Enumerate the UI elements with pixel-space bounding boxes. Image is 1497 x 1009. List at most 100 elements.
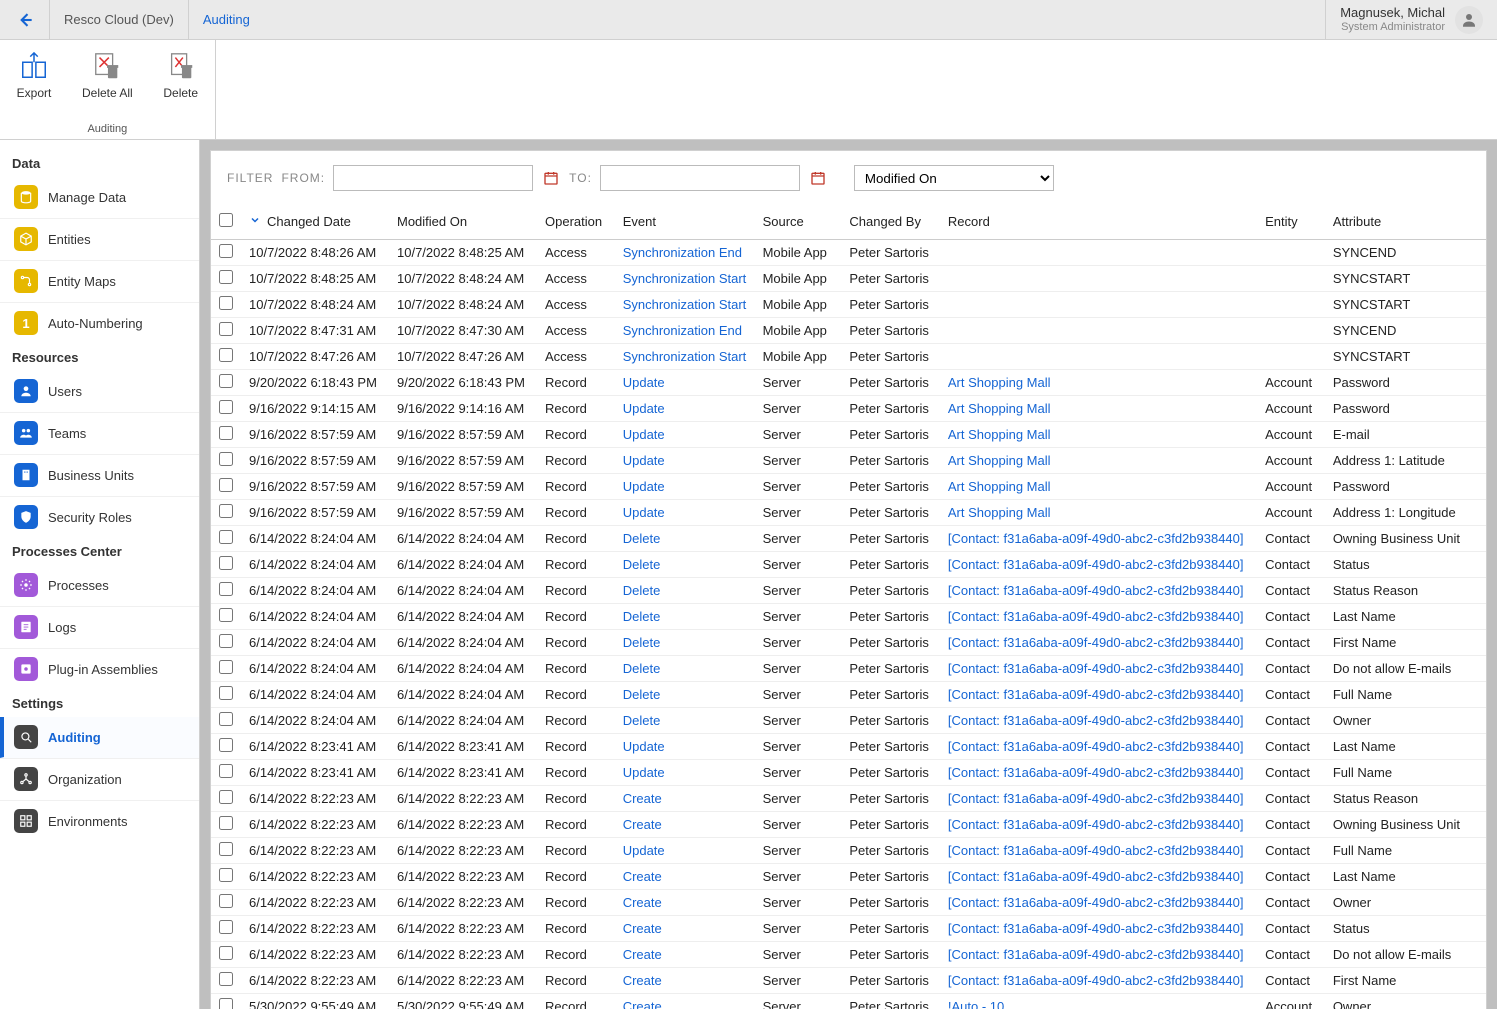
cell-event[interactable]: Create <box>615 915 755 941</box>
sidebar-item-teams[interactable]: Teams <box>0 412 199 454</box>
table-row[interactable]: 6/14/2022 8:24:04 AM6/14/2022 8:24:04 AM… <box>211 577 1486 603</box>
cell-record[interactable]: Art Shopping Mall <box>940 447 1257 473</box>
audit-table-container[interactable]: Changed Date Modified On Operation Event… <box>211 205 1486 1009</box>
select-all-checkbox[interactable] <box>219 213 233 227</box>
cell-event[interactable]: Update <box>615 759 755 785</box>
cell-event[interactable]: Create <box>615 967 755 993</box>
table-row[interactable]: 10/7/2022 8:48:24 AM10/7/2022 8:48:24 AM… <box>211 291 1486 317</box>
sidebar-item-security-roles[interactable]: Security Roles <box>0 496 199 538</box>
row-checkbox[interactable] <box>219 790 233 804</box>
cell-event[interactable]: Synchronization Start <box>615 265 755 291</box>
row-checkbox[interactable] <box>219 582 233 596</box>
row-checkbox[interactable] <box>219 348 233 362</box>
table-row[interactable]: 6/14/2022 8:24:04 AM6/14/2022 8:24:04 AM… <box>211 551 1486 577</box>
calendar-from-button[interactable] <box>541 168 561 188</box>
row-checkbox[interactable] <box>219 608 233 622</box>
cell-event[interactable]: Create <box>615 941 755 967</box>
row-checkbox[interactable] <box>219 244 233 258</box>
row-checkbox[interactable] <box>219 634 233 648</box>
delete-all-button[interactable]: Delete All <box>76 46 139 104</box>
table-row[interactable]: 10/7/2022 8:47:31 AM10/7/2022 8:47:30 AM… <box>211 317 1486 343</box>
row-checkbox[interactable] <box>219 920 233 934</box>
col-operation[interactable]: Operation <box>537 205 615 239</box>
cell-record[interactable]: [Contact: f31a6aba-a09f-49d0-abc2-c3fd2b… <box>940 681 1257 707</box>
cell-record[interactable]: [Contact: f31a6aba-a09f-49d0-abc2-c3fd2b… <box>940 837 1257 863</box>
cell-record[interactable]: Art Shopping Mall <box>940 499 1257 525</box>
cell-event[interactable]: Delete <box>615 603 755 629</box>
row-checkbox[interactable] <box>219 764 233 778</box>
cell-event[interactable]: Update <box>615 421 755 447</box>
table-row[interactable]: 6/14/2022 8:22:23 AM6/14/2022 8:22:23 AM… <box>211 837 1486 863</box>
row-checkbox[interactable] <box>219 738 233 752</box>
table-row[interactable]: 6/14/2022 8:22:23 AM6/14/2022 8:22:23 AM… <box>211 967 1486 993</box>
sidebar-item-organization[interactable]: Organization <box>0 758 199 800</box>
cell-record[interactable]: [Contact: f31a6aba-a09f-49d0-abc2-c3fd2b… <box>940 655 1257 681</box>
cell-event[interactable]: Synchronization Start <box>615 343 755 369</box>
sidebar-item-environments[interactable]: Environments <box>0 800 199 842</box>
sidebar-item-business-units[interactable]: Business Units <box>0 454 199 496</box>
cell-event[interactable]: Update <box>615 447 755 473</box>
cell-record[interactable]: [Contact: f31a6aba-a09f-49d0-abc2-c3fd2b… <box>940 525 1257 551</box>
cell-event[interactable]: Update <box>615 369 755 395</box>
row-checkbox[interactable] <box>219 998 233 1009</box>
cell-event[interactable]: Create <box>615 863 755 889</box>
sidebar-item-logs[interactable]: Logs <box>0 606 199 648</box>
row-checkbox[interactable] <box>219 556 233 570</box>
row-checkbox[interactable] <box>219 842 233 856</box>
col-select-all[interactable] <box>211 205 241 239</box>
col-entity[interactable]: Entity <box>1257 205 1325 239</box>
cell-event[interactable]: Create <box>615 889 755 915</box>
delete-button[interactable]: Delete <box>157 46 205 104</box>
cell-record[interactable]: [Contact: f31a6aba-a09f-49d0-abc2-c3fd2b… <box>940 941 1257 967</box>
row-checkbox[interactable] <box>219 426 233 440</box>
table-row[interactable]: 6/14/2022 8:22:23 AM6/14/2022 8:22:23 AM… <box>211 863 1486 889</box>
row-checkbox[interactable] <box>219 270 233 284</box>
row-checkbox[interactable] <box>219 660 233 674</box>
cell-record[interactable]: [Contact: f31a6aba-a09f-49d0-abc2-c3fd2b… <box>940 863 1257 889</box>
table-row[interactable]: 9/16/2022 9:14:15 AM9/16/2022 9:14:16 AM… <box>211 395 1486 421</box>
table-row[interactable]: 6/14/2022 8:23:41 AM6/14/2022 8:23:41 AM… <box>211 759 1486 785</box>
table-row[interactable]: 6/14/2022 8:22:23 AM6/14/2022 8:22:23 AM… <box>211 941 1486 967</box>
col-record[interactable]: Record <box>940 205 1257 239</box>
back-button[interactable] <box>0 0 50 39</box>
col-event[interactable]: Event <box>615 205 755 239</box>
row-checkbox[interactable] <box>219 868 233 882</box>
cell-event[interactable]: Create <box>615 811 755 837</box>
cell-record[interactable]: Art Shopping Mall <box>940 473 1257 499</box>
row-checkbox[interactable] <box>219 972 233 986</box>
row-checkbox[interactable] <box>219 478 233 492</box>
cell-record[interactable]: [Contact: f31a6aba-a09f-49d0-abc2-c3fd2b… <box>940 603 1257 629</box>
sidebar-item-manage-data[interactable]: Manage Data <box>0 177 199 218</box>
sidebar-item-users[interactable]: Users <box>0 371 199 412</box>
table-row[interactable]: 6/14/2022 8:22:23 AM6/14/2022 8:22:23 AM… <box>211 915 1486 941</box>
cell-event[interactable]: Create <box>615 785 755 811</box>
cell-event[interactable]: Update <box>615 395 755 421</box>
row-checkbox[interactable] <box>219 296 233 310</box>
table-row[interactable]: 6/14/2022 8:23:41 AM6/14/2022 8:23:41 AM… <box>211 733 1486 759</box>
cell-event[interactable]: Synchronization Start <box>615 291 755 317</box>
cell-record[interactable]: [Contact: f31a6aba-a09f-49d0-abc2-c3fd2b… <box>940 811 1257 837</box>
row-checkbox[interactable] <box>219 816 233 830</box>
filter-from-input[interactable] <box>333 165 533 191</box>
cell-event[interactable]: Delete <box>615 707 755 733</box>
cell-event[interactable]: Update <box>615 473 755 499</box>
table-row[interactable]: 9/16/2022 8:57:59 AM9/16/2022 8:57:59 AM… <box>211 447 1486 473</box>
cell-event[interactable]: Synchronization End <box>615 317 755 343</box>
cell-record[interactable]: !Auto - 10 <box>940 993 1257 1009</box>
col-modified-on[interactable]: Modified On <box>389 205 537 239</box>
row-checkbox[interactable] <box>219 686 233 700</box>
sidebar-item-processes[interactable]: Processes <box>0 565 199 606</box>
table-row[interactable]: 6/14/2022 8:24:04 AM6/14/2022 8:24:04 AM… <box>211 655 1486 681</box>
table-row[interactable]: 6/14/2022 8:24:04 AM6/14/2022 8:24:04 AM… <box>211 681 1486 707</box>
cell-event[interactable]: Delete <box>615 629 755 655</box>
table-row[interactable]: 6/14/2022 8:24:04 AM6/14/2022 8:24:04 AM… <box>211 707 1486 733</box>
cell-event[interactable]: Create <box>615 993 755 1009</box>
table-row[interactable]: 6/14/2022 8:22:23 AM6/14/2022 8:22:23 AM… <box>211 811 1486 837</box>
row-checkbox[interactable] <box>219 322 233 336</box>
table-row[interactable]: 5/30/2022 9:55:49 AM5/30/2022 9:55:49 AM… <box>211 993 1486 1009</box>
sidebar-item-entity-maps[interactable]: Entity Maps <box>0 260 199 302</box>
table-row[interactable]: 10/7/2022 8:48:26 AM10/7/2022 8:48:25 AM… <box>211 239 1486 265</box>
calendar-to-button[interactable] <box>808 168 828 188</box>
row-checkbox[interactable] <box>219 400 233 414</box>
cell-record[interactable]: [Contact: f31a6aba-a09f-49d0-abc2-c3fd2b… <box>940 629 1257 655</box>
